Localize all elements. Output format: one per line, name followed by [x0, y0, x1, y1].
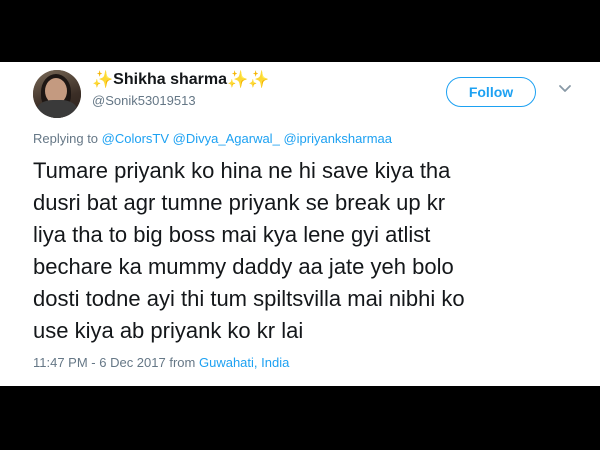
tweet-text: Tumare priyank ko hina ne hi save kiya t…	[33, 158, 465, 343]
from-label: from	[169, 355, 196, 370]
mention-link[interactable]: @ipriyanksharmaa	[283, 131, 392, 146]
timestamp[interactable]: 11:47 PM - 6 Dec 2017	[33, 355, 166, 370]
avatar[interactable]	[33, 70, 81, 118]
tweet-card: ✨ Shikha sharma ✨✨ @Sonik53019513 Follow…	[0, 62, 600, 386]
replying-label: Replying to	[33, 131, 99, 146]
location-link[interactable]: Guwahati, India	[199, 355, 289, 370]
user-handle[interactable]: @Sonik53019513	[92, 93, 196, 108]
follow-button[interactable]: Follow	[446, 77, 536, 107]
sparkle-icon: ✨	[92, 70, 114, 89]
display-name[interactable]: ✨ Shikha sharma ✨✨	[92, 70, 269, 90]
mention-link[interactable]: @Divya_Agarwal_	[173, 131, 280, 146]
replying-to: Replying to @ColorsTV @Divya_Agarwal_ @i…	[33, 131, 392, 146]
mention-link[interactable]: @ColorsTV	[102, 131, 169, 146]
display-name-text: Shikha sharma	[113, 71, 227, 88]
tweet-meta: 11:47 PM - 6 Dec 2017 from Guwahati, Ind…	[33, 355, 289, 370]
chevron-down-icon[interactable]	[558, 81, 572, 95]
sparkle-icon: ✨✨	[227, 70, 270, 89]
